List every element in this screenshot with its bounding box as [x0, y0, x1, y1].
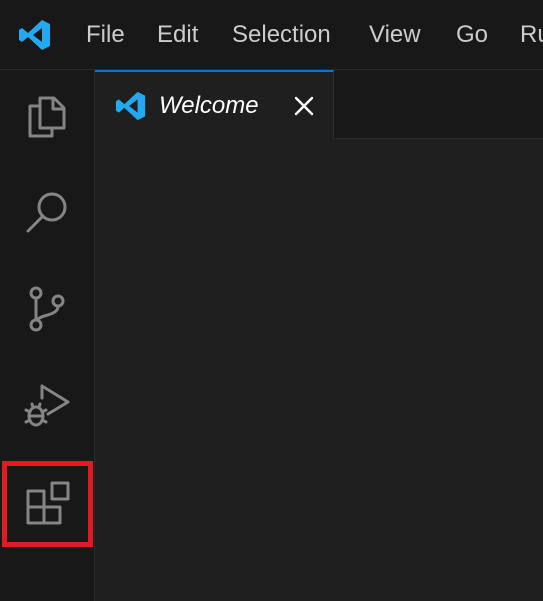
search-icon: [26, 192, 67, 233]
activity-run-debug[interactable]: [0, 358, 94, 452]
menu-selection[interactable]: Selection: [232, 0, 331, 69]
tab-label: Welcome: [159, 92, 259, 119]
activity-explorer[interactable]: [0, 70, 94, 164]
menu-go[interactable]: Go: [456, 0, 488, 69]
close-icon[interactable]: [292, 94, 316, 118]
tab-welcome[interactable]: Welcome: [95, 70, 334, 139]
menu-view[interactable]: View: [369, 0, 421, 69]
editor-tab-strip: Welcome: [95, 70, 543, 139]
vscode-logo-icon: [19, 20, 50, 50]
source-control-icon: [29, 286, 65, 332]
activity-search[interactable]: [0, 166, 94, 260]
activity-bar: [0, 70, 95, 601]
menu-edit[interactable]: Edit: [157, 0, 198, 69]
title-menu-bar: File Edit Selection View Go Ru: [0, 0, 543, 70]
menu-file[interactable]: File: [86, 0, 125, 69]
editor-area: Welcome: [95, 70, 543, 601]
extensions-highlight-box: [2, 461, 93, 547]
files-icon: [28, 96, 66, 138]
menu-run[interactable]: Ru: [520, 0, 543, 69]
run-debug-icon: [24, 384, 70, 427]
activity-source-control[interactable]: [0, 262, 94, 356]
vscode-logo-icon: [115, 91, 146, 121]
